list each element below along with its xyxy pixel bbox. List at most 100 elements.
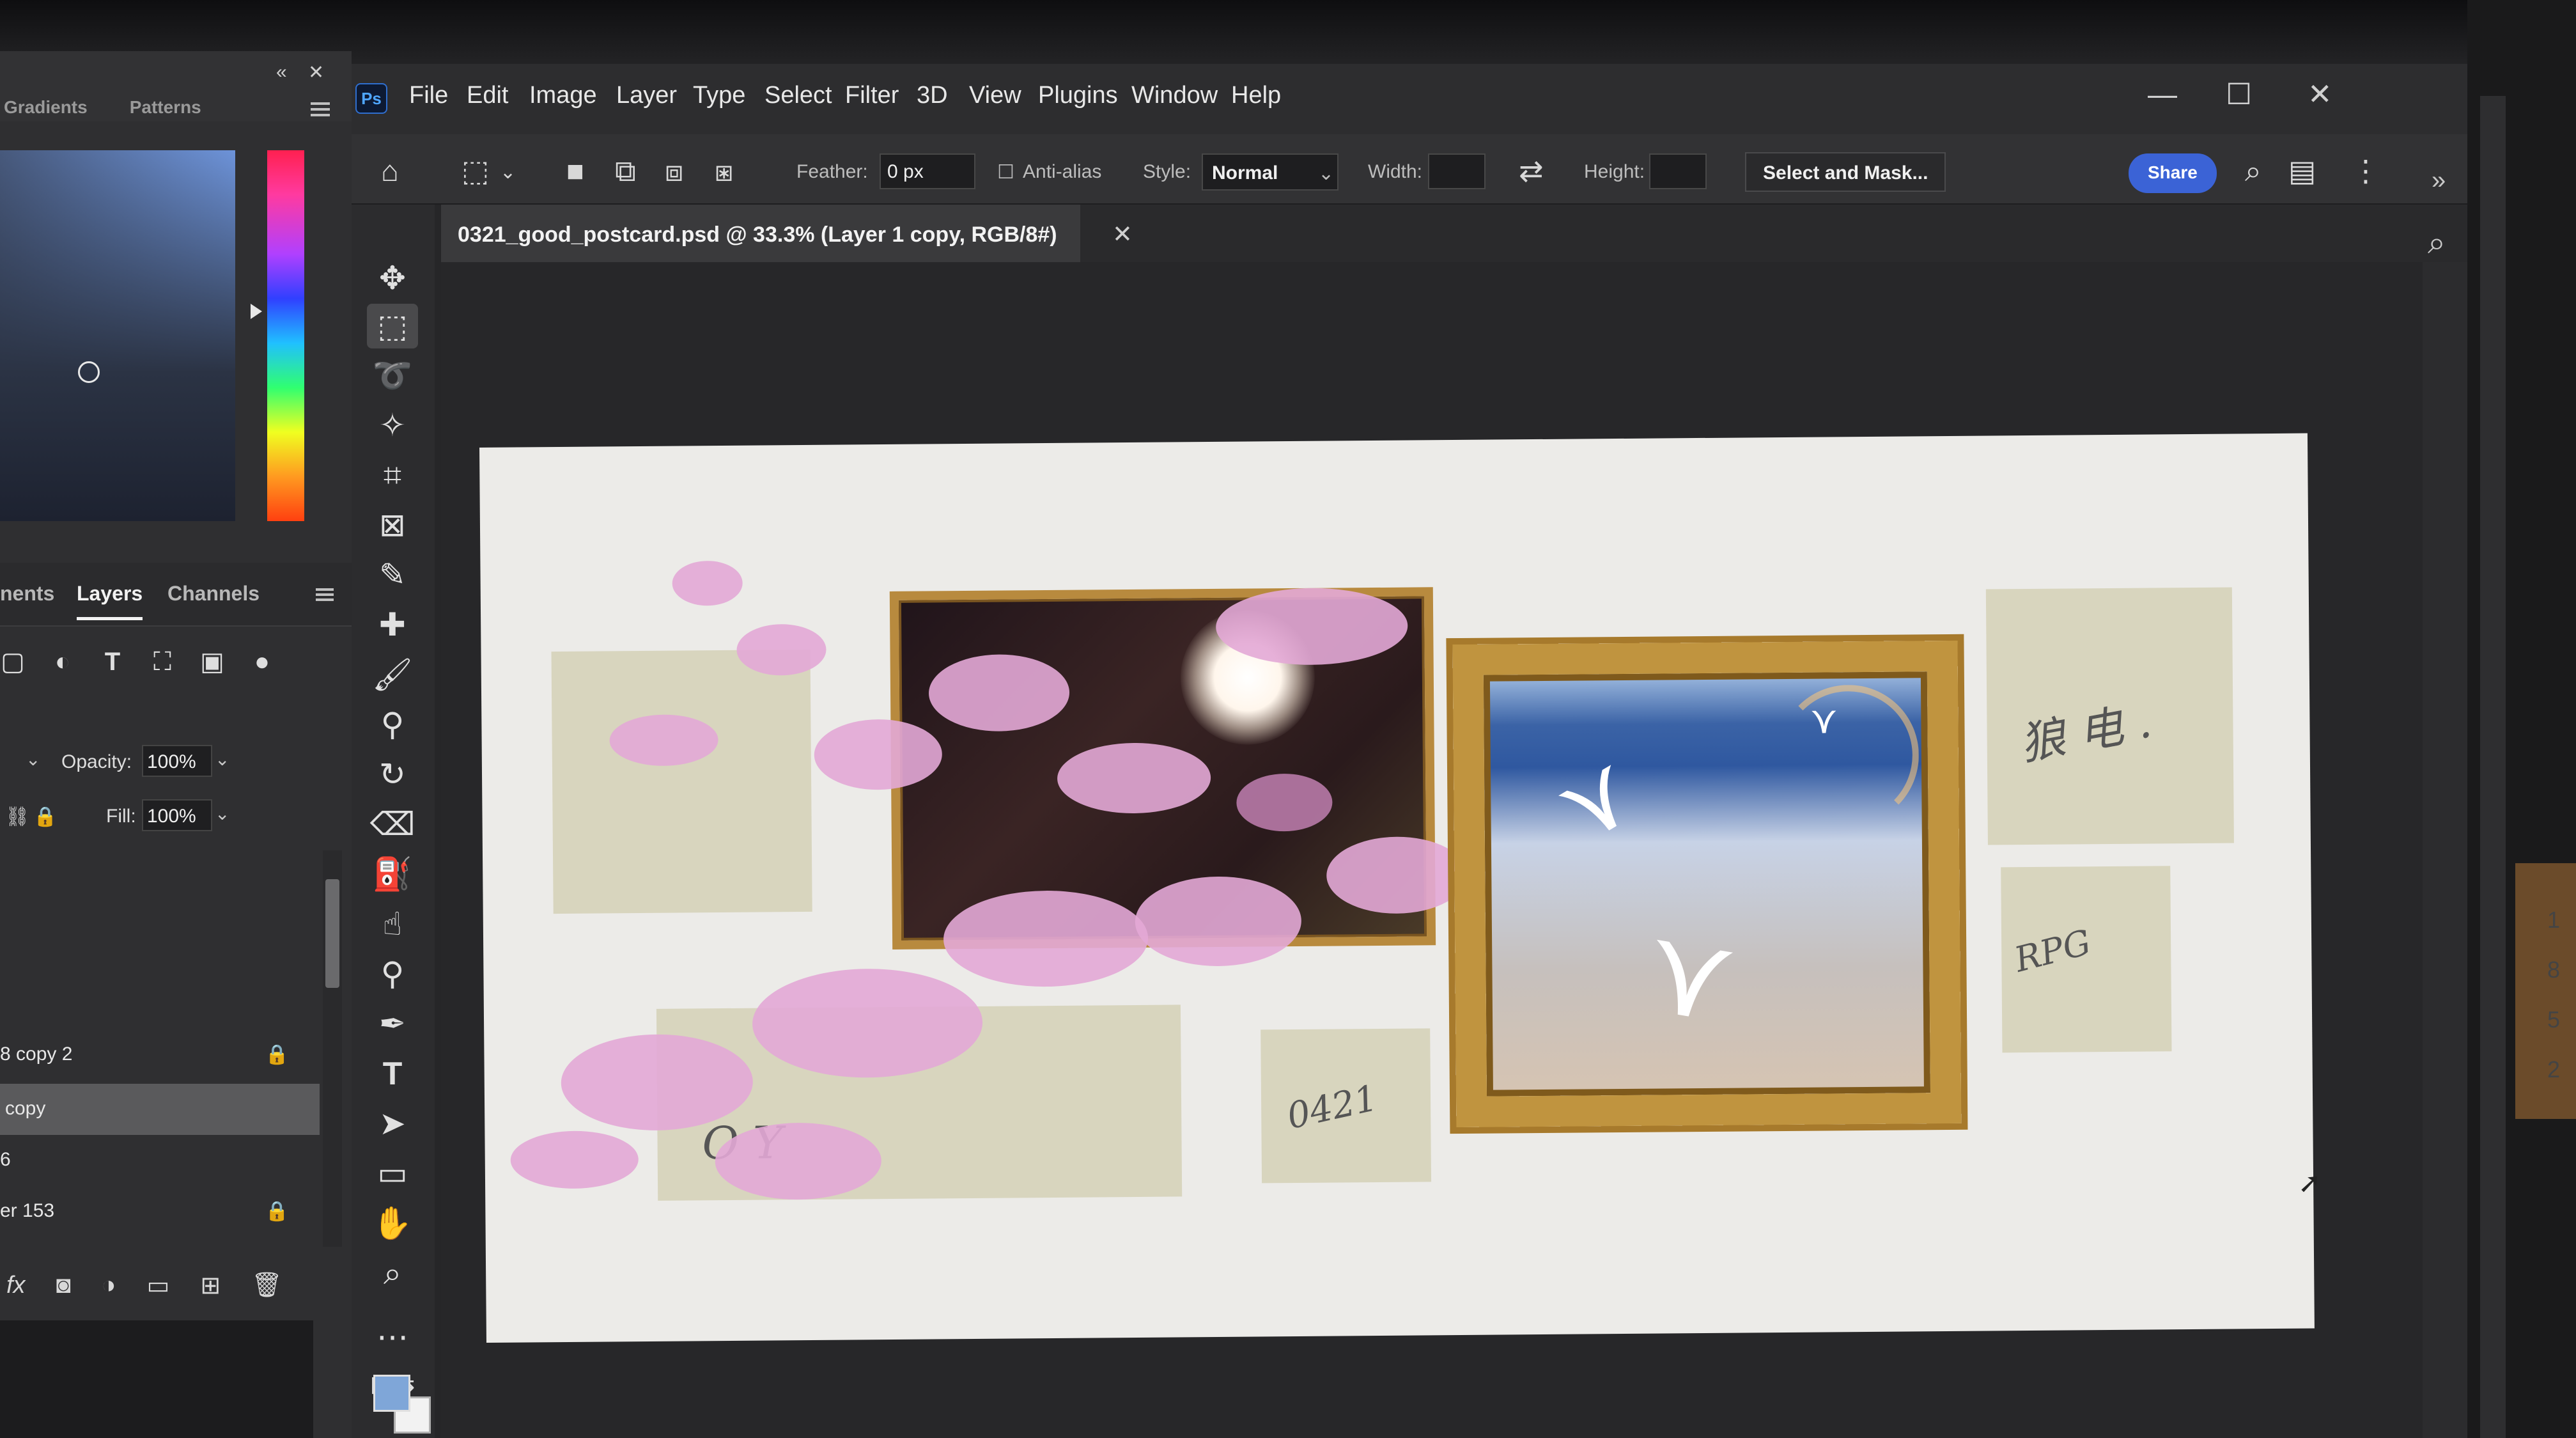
lock-all-icon[interactable]: 🔒 [33,806,57,828]
select-and-mask-button[interactable]: Select and Mask... [1745,152,1946,192]
filter-toggle-icon[interactable]: ● [249,648,275,676]
more-options-icon[interactable]: ⋮ [2351,153,2380,188]
collapse-icon[interactable]: « [276,61,287,83]
blend-mode-chevron-icon[interactable]: ⌄ [26,749,40,770]
share-button[interactable]: Share [2129,153,2217,193]
zoom-tool-icon[interactable]: ⌕ [367,1251,418,1295]
crop-tool-icon[interactable]: ⌗ [367,453,418,497]
adjustment-layer-icon[interactable]: ◑ [102,1272,116,1299]
search-icon[interactable]: ⌕ [2245,153,2262,189]
healing-brush-tool-icon[interactable]: ✚ [367,602,418,647]
menu-help[interactable]: Help [1231,82,1281,109]
tab-adjustments[interactable]: nents [0,582,54,606]
hue-slider-marker[interactable] [251,304,262,319]
fill-field[interactable]: 100% [142,799,212,831]
style-chevron-icon[interactable]: ⌄ [1318,162,1334,185]
opacity-chevron-icon[interactable]: ⌄ [215,749,229,770]
more-tools-icon[interactable]: ⋯ [367,1315,418,1359]
color-picker-cursor[interactable] [78,361,100,383]
tab-patterns[interactable]: Patterns [126,97,201,118]
layer-row-selected[interactable]: copy [0,1084,320,1135]
history-brush-tool-icon[interactable]: ↻ [367,752,418,797]
rectangular-marquee-tool-icon[interactable]: ⬚ [367,304,418,348]
layer-row[interactable]: er 153 🔒 [0,1186,320,1237]
height-input[interactable] [1649,153,1707,189]
foreground-color-swatch[interactable] [373,1375,410,1412]
home-icon[interactable]: ⌂ [381,153,399,188]
lock-position-icon[interactable]: ⛓ [5,806,29,828]
hue-slider[interactable] [267,150,304,521]
menu-filter[interactable]: Filter [845,82,899,109]
add-selection-icon[interactable]: ⧉ [615,153,636,189]
group-folder-icon[interactable]: ▭ [146,1271,169,1300]
eyedropper-tool-icon[interactable]: ✎ [367,552,418,597]
feather-input[interactable]: 0 px [880,153,975,189]
trash-icon[interactable]: 🗑 [251,1271,282,1299]
minimize-icon[interactable]: — [2148,77,2177,111]
type-tool-icon[interactable]: T [367,1051,418,1096]
menu-layer[interactable]: Layer [616,82,677,109]
dodge-tool-icon[interactable]: ⚲ [367,951,418,996]
layers-scrollbar[interactable] [323,850,342,1247]
menu-view[interactable]: View [969,82,1021,109]
tab-layers[interactable]: Layers [77,582,143,620]
eraser-tool-icon[interactable]: ⌫ [367,802,418,847]
subtract-selection-icon[interactable]: ⧈ [665,153,683,189]
panel-menu-icon[interactable] [311,102,330,116]
close-tab-icon[interactable]: ✕ [1112,220,1133,249]
layers-menu-icon[interactable] [316,588,334,601]
menu-edit[interactable]: Edit [467,82,508,109]
maximize-icon[interactable]: ☐ [2226,77,2252,111]
width-input[interactable] [1428,153,1486,189]
lasso-tool-icon[interactable]: ➰ [367,353,418,398]
antialias-checkbox-icon[interactable]: ☐ [997,161,1014,184]
canvas-area[interactable]: O Y 0421 狼 电 . RPG [441,262,2423,1438]
brush-tool-icon[interactable]: 🖌 [367,652,418,697]
close-icon[interactable]: ✕ [308,61,324,84]
hand-tool-icon[interactable]: ✋ [367,1201,418,1246]
menu-plugins[interactable]: Plugins [1038,82,1118,109]
swap-dimensions-icon[interactable]: ⇄ [1519,153,1544,188]
paint-bucket-tool-icon[interactable]: ⛽ [367,852,418,896]
expand-panels-icon[interactable]: » [2432,166,2446,195]
filter-pixel-icon[interactable]: ▢ [0,647,26,676]
artboard-postcard[interactable]: O Y 0421 狼 电 . RPG [479,433,2315,1343]
search-panel-icon[interactable]: ⌕ [2428,224,2446,262]
menu-type[interactable]: Type [693,82,745,109]
filter-adjustment-icon[interactable]: ◐ [50,648,75,676]
menu-file[interactable]: File [409,82,448,109]
menu-image[interactable]: Image [529,82,597,109]
layer-row[interactable]: 8 copy 2 🔒 [0,1029,320,1081]
move-tool-icon[interactable]: ✥ [367,256,418,301]
magic-wand-tool-icon[interactable]: ✧ [367,403,418,448]
marquee-preset-icon[interactable]: ⬚ [462,153,489,188]
fill-chevron-icon[interactable]: ⌄ [215,803,229,824]
close-window-icon[interactable]: ✕ [2308,77,2332,111]
filter-type-icon[interactable]: T [100,648,125,676]
opacity-field[interactable]: 100% [142,745,212,777]
color-picker-field[interactable] [0,150,235,521]
menu-select[interactable]: Select [764,82,832,109]
menu-window[interactable]: Window [1131,82,1218,109]
new-selection-icon[interactable]: ■ [566,153,584,188]
frame-tool-icon[interactable]: ⊠ [367,503,418,547]
workspace-icon[interactable]: ▤ [2288,153,2316,188]
filter-smartobject-icon[interactable]: ▣ [199,647,225,676]
tab-gradients[interactable]: Gradients [0,97,88,118]
rectangle-tool-icon[interactable]: ▭ [367,1151,418,1196]
layers-scroll-thumb[interactable] [325,879,339,988]
mask-icon[interactable]: ◙ [56,1272,71,1299]
intersect-selection-icon[interactable]: ⧆ [715,153,733,189]
layer-row[interactable]: 6 [0,1135,320,1186]
menu-3d[interactable]: 3D [917,82,948,109]
tab-channels[interactable]: Channels [167,582,260,606]
clone-stamp-tool-icon[interactable]: ⚲ [367,702,418,747]
filter-shape-icon[interactable]: ⛶ [150,648,175,676]
fx-icon[interactable]: fx [6,1272,26,1299]
new-layer-icon[interactable]: ⊞ [200,1271,221,1300]
smudge-tool-icon[interactable]: ☝ [367,902,418,946]
pen-tool-icon[interactable]: ✒ [367,1001,418,1046]
path-selection-tool-icon[interactable]: ➤ [367,1101,418,1146]
document-tab[interactable]: 0321_good_postcard.psd @ 33.3% (Layer 1 … [441,205,1080,262]
preset-chevron-icon[interactable]: ⌄ [500,161,516,184]
